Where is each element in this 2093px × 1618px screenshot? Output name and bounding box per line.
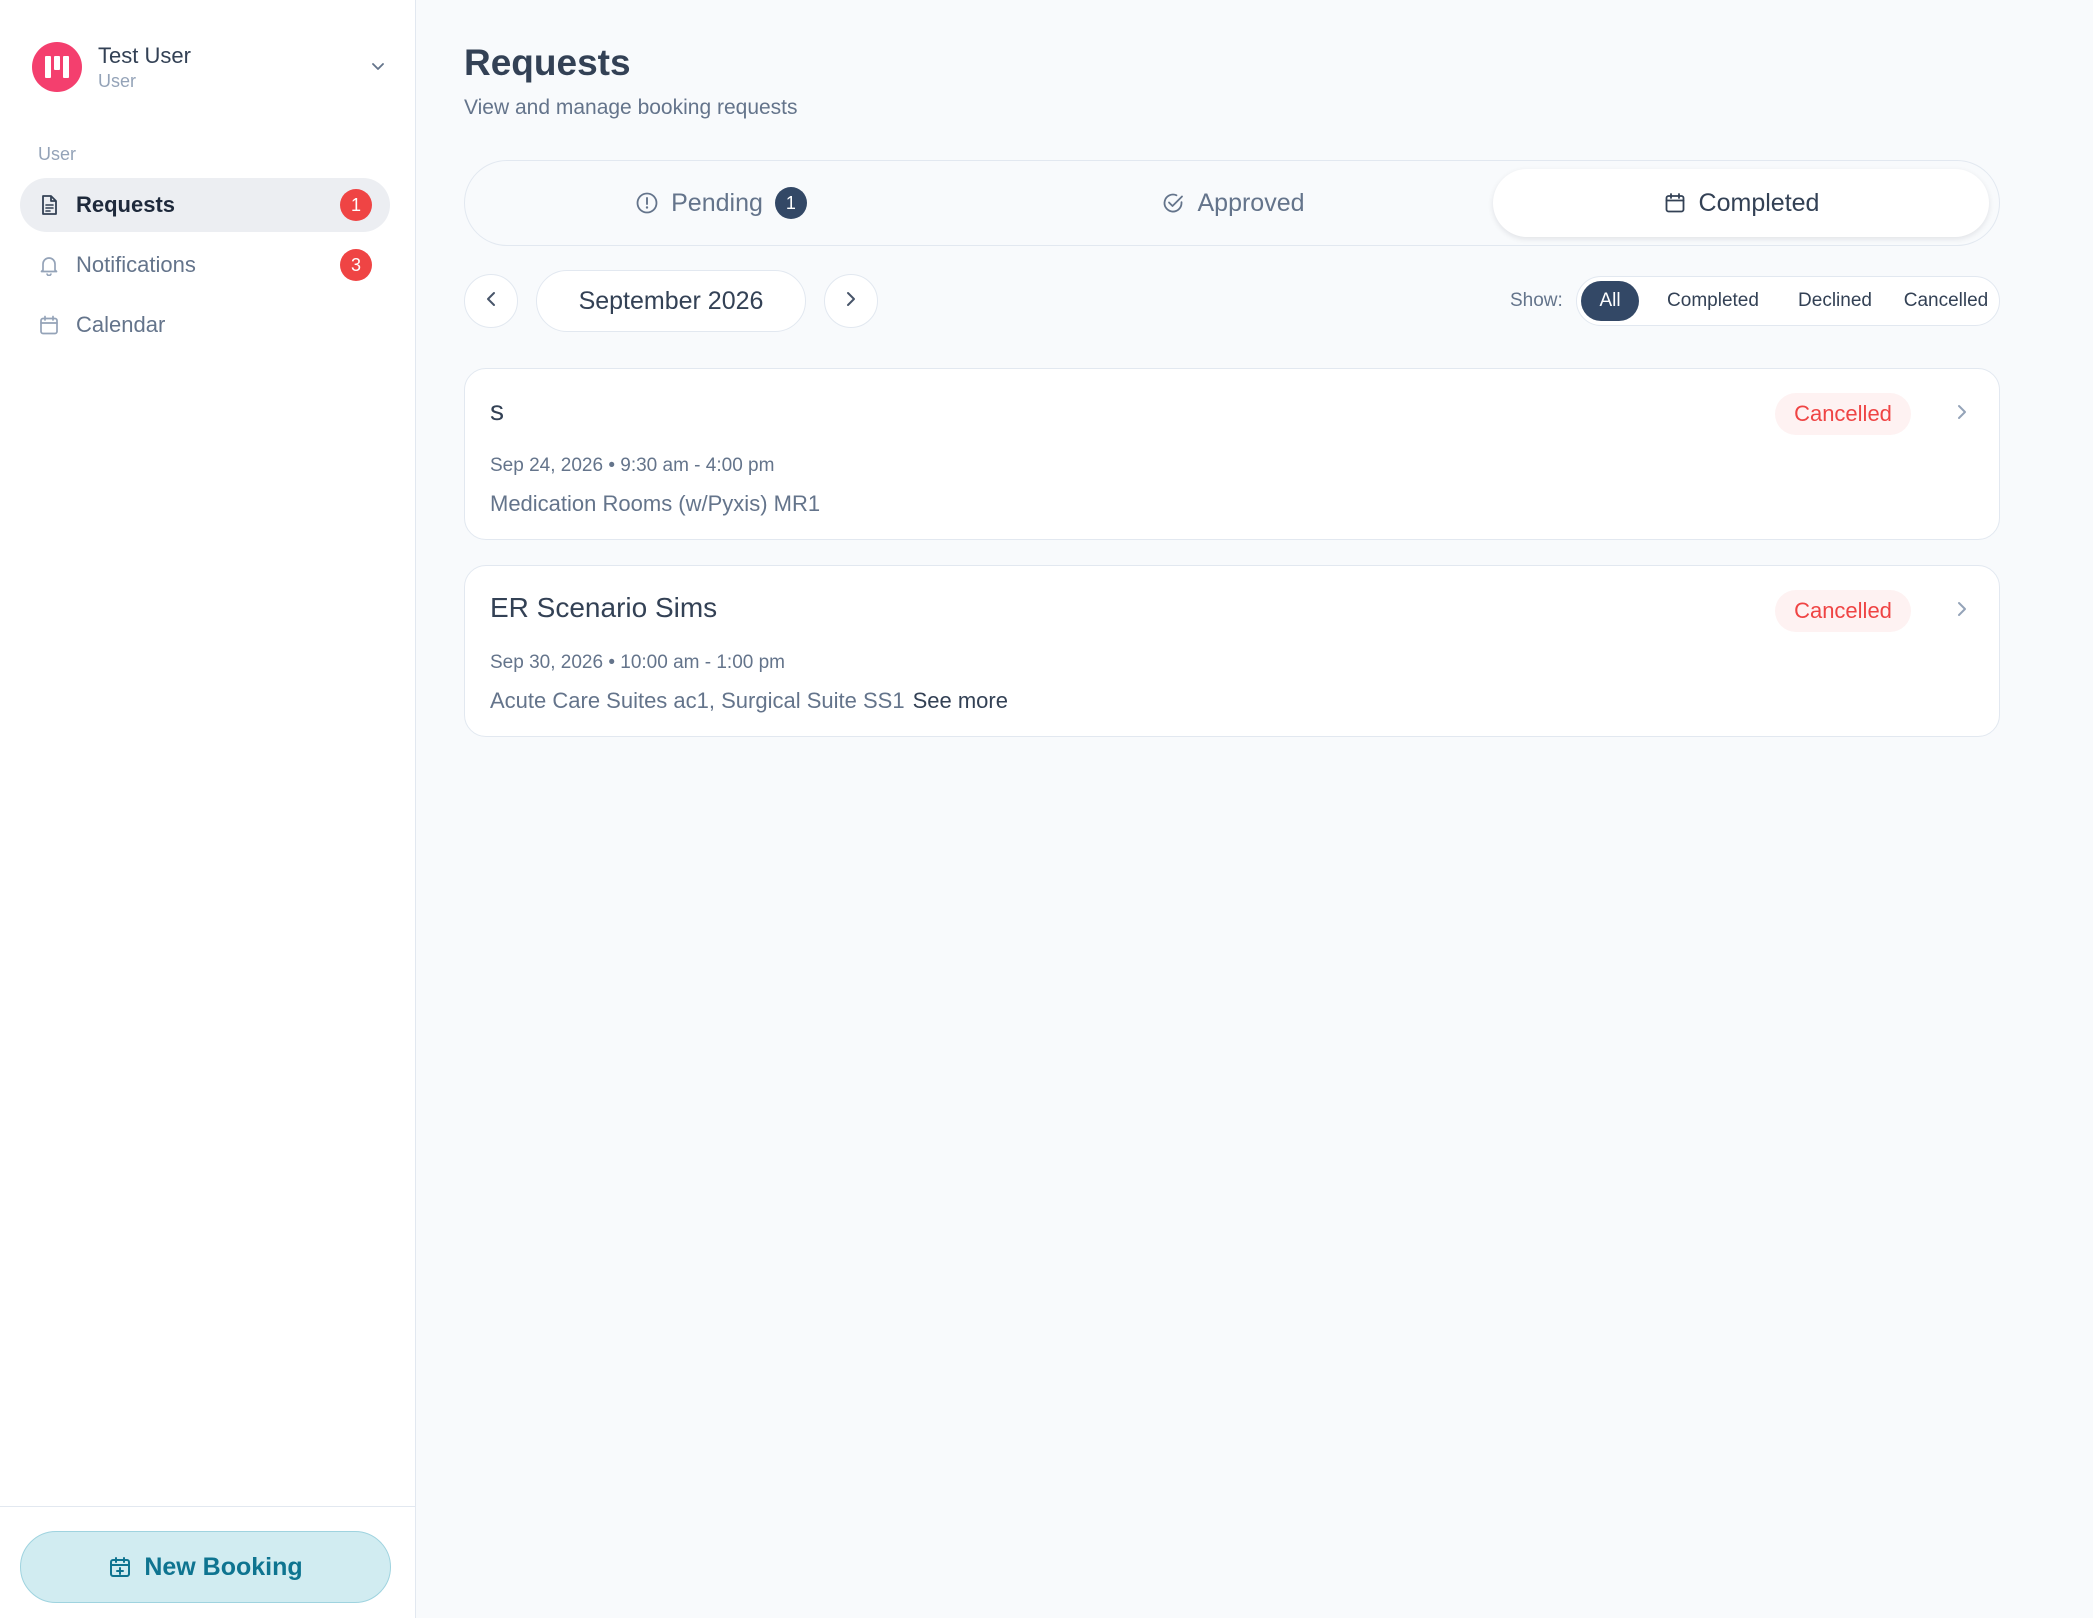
tab-label: Completed <box>1698 188 1820 217</box>
request-datetime: Sep 24, 2026 • 9:30 am - 4:00 pm <box>490 455 775 476</box>
chevron-left-icon <box>480 288 502 315</box>
calendar-icon <box>1663 191 1687 215</box>
tab-pending[interactable]: Pending 1 <box>473 169 969 237</box>
sidebar-divider <box>0 1506 416 1507</box>
chevron-right-icon[interactable] <box>1951 598 1973 620</box>
document-icon <box>38 193 62 217</box>
next-month-button[interactable] <box>824 274 878 328</box>
check-circle-icon <box>1161 191 1185 215</box>
sidebar-item-calendar[interactable]: Calendar <box>20 298 390 352</box>
status-badge: Cancelled <box>1775 590 1911 632</box>
filter-label: Show: <box>1510 290 1563 311</box>
request-card[interactable]: s Sep 24, 2026 • 9:30 am - 4:00 pm Medic… <box>464 368 2000 540</box>
request-datetime: Sep 30, 2026 • 10:00 am - 1:00 pm <box>490 652 786 673</box>
new-booking-label: New Booking <box>144 1552 303 1581</box>
sidebar-item-label: Calendar <box>76 312 166 337</box>
filter-all[interactable]: All <box>1581 281 1639 321</box>
user-name: Test User <box>98 43 191 68</box>
pending-count-badge: 1 <box>774 187 807 219</box>
chevron-down-icon[interactable] <box>368 56 388 81</box>
request-location-text: Medication Rooms (w/Pyxis) MR1 <box>490 491 821 516</box>
chevron-right-icon[interactable] <box>1951 401 1973 423</box>
calendar-plus-icon <box>108 1555 132 1579</box>
previous-month-button[interactable] <box>464 274 518 328</box>
bell-icon <box>38 253 62 277</box>
sidebar-item-label: Requests <box>76 192 176 217</box>
sidebar-item-requests[interactable]: Requests 1 <box>20 178 390 232</box>
user-menu[interactable]: Test User User <box>20 36 396 98</box>
page-title: Requests <box>464 42 631 83</box>
tab-label: Approved <box>1197 188 1305 217</box>
page-subtitle: View and manage booking requests <box>464 96 798 119</box>
sidebar-item-notifications[interactable]: Notifications 3 <box>20 238 390 292</box>
user-role: User <box>98 71 137 91</box>
current-month-label: September 2026 <box>536 270 806 332</box>
sidebar-section-label: User <box>38 144 77 164</box>
notifications-count-badge: 3 <box>340 249 372 281</box>
sidebar: Test User User User Requests 1 Notificat… <box>0 0 416 1618</box>
alert-circle-icon <box>635 191 659 215</box>
status-badge: Cancelled <box>1775 393 1911 435</box>
status-tabs: Pending 1 Approved Completed <box>464 160 2000 246</box>
tab-approved[interactable]: Approved <box>985 169 1481 237</box>
avatar <box>32 42 82 92</box>
requests-count-badge: 1 <box>340 189 372 221</box>
filter-declined[interactable]: Declined <box>1781 281 1889 321</box>
request-location-text: Acute Care Suites ac1, Surgical Suite SS… <box>490 688 905 713</box>
sidebar-item-label: Notifications <box>76 252 196 277</box>
tab-label: Pending <box>671 188 763 217</box>
request-location: Medication Rooms (w/Pyxis) MR1 <box>490 491 820 517</box>
request-title: ER Scenario Sims <box>490 592 718 623</box>
request-card[interactable]: ER Scenario Sims Sep 30, 2026 • 10:00 am… <box>464 565 2000 737</box>
logo-icon <box>45 56 69 78</box>
tab-completed[interactable]: Completed <box>1493 169 1989 237</box>
request-location: Acute Care Suites ac1, Surgical Suite SS… <box>490 688 1008 714</box>
chevron-right-icon <box>840 288 862 315</box>
status-filter-group: All Completed Declined Cancelled <box>1576 276 2000 326</box>
filter-completed[interactable]: Completed <box>1651 281 1775 321</box>
calendar-icon <box>38 313 62 337</box>
filter-cancelled[interactable]: Cancelled <box>1895 281 1997 321</box>
request-title: s <box>490 395 504 426</box>
new-booking-button[interactable]: New Booking <box>20 1531 391 1603</box>
see-more-link[interactable]: See more <box>913 688 1008 713</box>
